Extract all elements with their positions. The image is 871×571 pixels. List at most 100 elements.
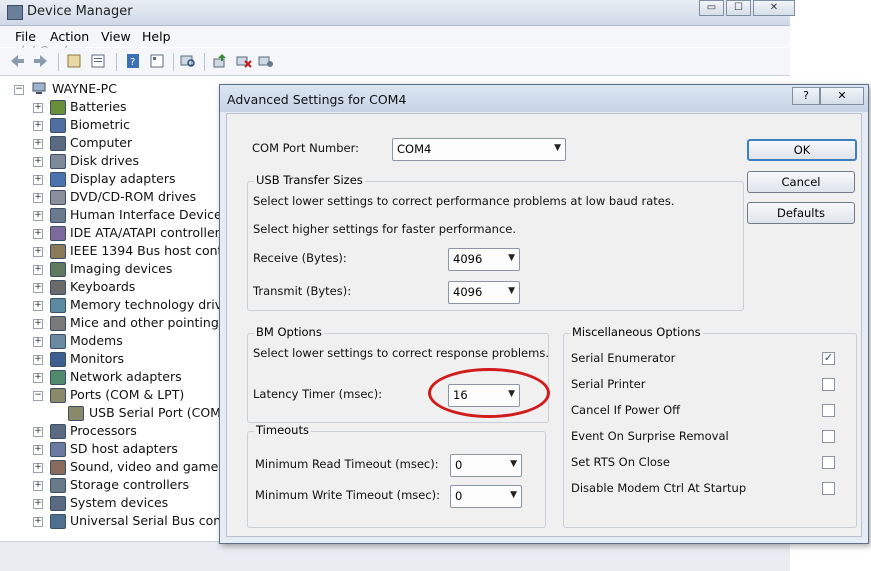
misc-option-checkbox[interactable] [822, 378, 835, 391]
collapse-icon[interactable]: − [33, 391, 43, 401]
tree-item-label: Network adapters [70, 369, 182, 384]
menu-bar: File Action View Help [0, 26, 790, 47]
modem-icon [50, 334, 66, 349]
menu-help[interactable]: Help [142, 29, 171, 44]
dialog-help-button[interactable]: ? [792, 87, 820, 105]
misc-option-label: Serial Enumerator [571, 351, 676, 365]
properties-icon[interactable] [90, 53, 106, 69]
update-driver-icon[interactable] [212, 53, 228, 69]
expand-icon[interactable]: + [33, 445, 43, 455]
menu-file[interactable]: File [15, 29, 36, 44]
expand-icon[interactable]: + [33, 247, 43, 257]
min-write-select[interactable]: 0 ▼ [450, 485, 522, 508]
network-icon [50, 370, 66, 385]
transmit-label: Transmit (Bytes): [253, 284, 352, 298]
monitor-icon [50, 352, 66, 367]
chevron-down-icon: ▼ [554, 143, 561, 153]
expand-icon[interactable]: + [33, 283, 43, 293]
expand-icon[interactable]: + [33, 103, 43, 113]
com-port-select[interactable]: COM4 ▼ [392, 138, 566, 161]
min-read-select[interactable]: 0 ▼ [450, 454, 522, 477]
expand-icon[interactable]: + [33, 463, 43, 473]
tree-item-label: Memory technology driver [70, 297, 235, 312]
help-icon[interactable]: ? [125, 53, 141, 69]
port-icon [68, 406, 84, 421]
dialog-title-bar: Advanced Settings for COM4 ? ✕ [220, 85, 868, 112]
chevron-down-icon: ▼ [508, 286, 515, 296]
minimize-button[interactable]: ▭ [699, 0, 724, 16]
expand-icon[interactable]: + [33, 337, 43, 347]
ok-button[interactable]: OK [747, 139, 857, 161]
usb-info-line1: Select lower settings to correct perform… [253, 194, 675, 208]
scan-hardware-icon[interactable] [180, 53, 196, 69]
misc-option-checkbox[interactable]: ✓ [822, 352, 835, 365]
system-icon [50, 496, 66, 511]
up-icon[interactable] [66, 53, 82, 69]
back-icon[interactable] [9, 53, 25, 69]
expand-icon[interactable]: + [33, 121, 43, 131]
expand-icon[interactable]: + [33, 481, 43, 491]
disk-icon [50, 154, 66, 169]
fingerprint-icon [50, 118, 66, 133]
mouse-icon [50, 316, 66, 331]
misc-option-label: Cancel If Power Off [571, 403, 681, 417]
expand-icon[interactable]: + [33, 211, 43, 221]
expand-icon[interactable]: + [33, 427, 43, 437]
expand-icon[interactable]: + [33, 175, 43, 185]
transmit-select[interactable]: 4096 ▼ [448, 281, 520, 304]
forward-icon[interactable] [33, 53, 49, 69]
misc-option-checkbox[interactable] [822, 404, 835, 417]
expand-icon[interactable]: + [33, 355, 43, 365]
tree-item-label: DVD/CD-ROM drives [70, 189, 197, 204]
dialog-close-button[interactable]: ✕ [820, 87, 864, 105]
port-icon [50, 388, 66, 403]
expand-icon[interactable]: + [33, 139, 43, 149]
expand-icon[interactable]: + [33, 193, 43, 203]
expand-icon[interactable]: + [33, 499, 43, 509]
collapse-icon[interactable]: − [14, 85, 24, 95]
tree-item-label: Biometric [70, 117, 130, 132]
expand-icon[interactable]: + [33, 301, 43, 311]
computer-icon [32, 82, 46, 94]
toolbar: ? [0, 48, 790, 76]
cancel-button[interactable]: Cancel [747, 171, 855, 193]
cpu-icon [50, 424, 66, 439]
misc-option-checkbox[interactable] [822, 456, 835, 469]
close-button[interactable]: ✕ [753, 0, 795, 16]
misc-group-title: Miscellaneous Options [570, 325, 703, 339]
disable-icon[interactable] [258, 53, 274, 69]
usb-icon [50, 514, 66, 529]
ieee1394-icon [50, 244, 66, 259]
sound-icon [50, 460, 66, 475]
tree-item-label: Storage controllers [70, 477, 190, 492]
chevron-down-icon: ▼ [508, 253, 515, 263]
expand-icon[interactable]: + [33, 373, 43, 383]
min-read-label: Minimum Read Timeout (msec): [255, 457, 439, 471]
receive-select[interactable]: 4096 ▼ [448, 248, 520, 271]
expand-icon[interactable]: + [33, 265, 43, 275]
menu-action[interactable]: Action [50, 29, 89, 44]
misc-option-label: Event On Surprise Removal [571, 429, 729, 443]
tree-item-label: IDE ATA/ATAPI controllers [70, 225, 227, 240]
tree-item-label: Human Interface Devices [70, 207, 229, 222]
misc-options-group: Miscellaneous Options Serial Enumerator ✓… [563, 325, 857, 528]
misc-option-checkbox[interactable] [822, 482, 835, 495]
tree-root-label: WAYNE-PC [52, 81, 117, 96]
menu-view[interactable]: View [101, 29, 131, 44]
svg-text:?: ? [130, 57, 135, 68]
receive-label: Receive (Bytes): [253, 251, 347, 265]
tree-item-label: Computer [70, 135, 133, 150]
uninstall-icon[interactable] [236, 53, 252, 69]
expand-icon[interactable]: + [33, 229, 43, 239]
expand-icon[interactable]: + [33, 319, 43, 329]
view-icon[interactable] [149, 53, 165, 69]
misc-option-label: Serial Printer [571, 377, 646, 391]
expand-icon[interactable]: + [33, 157, 43, 167]
title-bar: Device Manager ▭ ☐ ✕ [0, 0, 795, 26]
dvd-icon [50, 190, 66, 205]
misc-option-checkbox[interactable] [822, 430, 835, 443]
expand-icon[interactable]: + [33, 517, 43, 527]
defaults-button[interactable]: Defaults [747, 202, 855, 224]
maximize-button[interactable]: ☐ [726, 0, 751, 16]
usb-info-line2: Select higher settings for faster perfor… [253, 222, 517, 236]
